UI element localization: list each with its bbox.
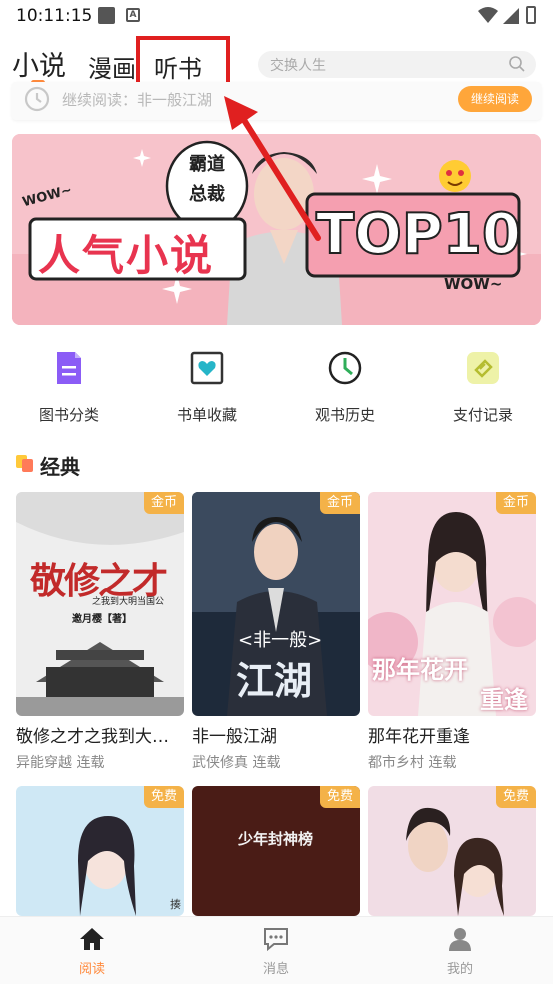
book-card[interactable]: 敬修之才 之我到大明当国公 邀月樱【著】 金币 敬修之才之我到大… 异能穿越 连… bbox=[16, 492, 184, 772]
status-time: 10:11:15 bbox=[16, 6, 93, 26]
coin-badge: 金币 bbox=[143, 492, 184, 514]
book-meta: 异能穿越 连载 bbox=[16, 755, 105, 771]
app-notification-icon: A bbox=[126, 8, 140, 22]
banner-headline: 人气小说 bbox=[38, 231, 215, 280]
continue-reading-button[interactable]: 继续阅读 bbox=[458, 86, 532, 112]
search-input[interactable]: 交换人生 bbox=[258, 51, 536, 78]
quick-link-book-category[interactable]: 图书分类 bbox=[29, 350, 109, 425]
book-cover[interactable]: 揍 免费 bbox=[16, 786, 184, 916]
quick-link-history[interactable]: 观书历史 bbox=[305, 350, 385, 425]
book-cover[interactable]: 少年封神榜 免费 bbox=[192, 786, 360, 916]
section-icon bbox=[16, 455, 33, 472]
quick-link-label: 支付记录 bbox=[452, 406, 513, 424]
quick-link-label: 观书历史 bbox=[314, 406, 375, 424]
book-meta: 武侠修真 连载 bbox=[192, 755, 281, 771]
nav-messages-label: 消息 bbox=[262, 962, 289, 977]
book-card[interactable]: <非一般> 江湖 金币 非一般江湖 武侠修真 连载 bbox=[192, 492, 360, 772]
nav-read-label: 阅读 bbox=[78, 962, 105, 977]
free-badge: 免费 bbox=[143, 786, 184, 808]
book-cover[interactable]: <非一般> 江湖 金币 bbox=[192, 492, 360, 716]
status-bar: 10:11:15 A bbox=[0, 0, 553, 32]
book-title[interactable]: 非一般江湖 bbox=[192, 722, 360, 747]
home-icon bbox=[80, 928, 104, 950]
cover-subtitle: <非一般> bbox=[238, 630, 323, 651]
promo-banner[interactable]: 霸道 总裁 WOW~ 人气小说 TOP10 WOW~ bbox=[12, 134, 541, 325]
continue-reading-bar[interactable]: 继续阅读：非一般江湖 继续阅读 bbox=[12, 82, 541, 120]
cover-subtitle: 之我到大明当国公 bbox=[92, 597, 165, 607]
battery-icon bbox=[526, 6, 536, 24]
book-card[interactable]: 揍 免费 bbox=[16, 786, 184, 916]
notification-icon bbox=[98, 7, 115, 24]
payment-record-icon bbox=[467, 352, 499, 384]
cover-subtitle: 重逢 bbox=[480, 686, 528, 714]
highlight-annotation-box bbox=[136, 36, 230, 86]
cover-side-text: 揍 bbox=[170, 898, 181, 911]
coin-badge: 金币 bbox=[495, 492, 536, 514]
banner-top10: TOP10 bbox=[315, 201, 522, 268]
nav-mine[interactable]: 我的 bbox=[430, 927, 490, 977]
wifi-icon bbox=[478, 7, 498, 23]
book-card[interactable]: 那年花开 重逢 金币 那年花开重逢 都市乡村 连载 bbox=[368, 492, 536, 772]
user-icon bbox=[449, 928, 471, 951]
bottom-navigation: 阅读 消息 我的 bbox=[0, 916, 553, 984]
cover-title: 少年封神榜 bbox=[238, 830, 314, 848]
book-title[interactable]: 那年花开重逢 bbox=[368, 722, 536, 747]
book-cover[interactable]: 那年花开 重逢 金币 bbox=[368, 492, 536, 716]
free-badge: 免费 bbox=[319, 786, 360, 808]
nav-messages[interactable]: 消息 bbox=[246, 927, 306, 977]
quick-link-payment[interactable]: 支付记录 bbox=[443, 350, 523, 425]
clock-icon bbox=[24, 86, 50, 112]
coin-badge: 金币 bbox=[319, 492, 360, 514]
tab-comic[interactable]: 漫画 bbox=[88, 49, 136, 84]
free-badge: 免费 bbox=[495, 786, 536, 808]
banner-bubble-line2: 总裁 bbox=[189, 184, 225, 205]
book-title[interactable]: 敬修之才之我到大… bbox=[16, 722, 184, 747]
banner-wow-right: WOW~ bbox=[444, 275, 503, 293]
book-card[interactable]: 少年封神榜 免费 bbox=[192, 786, 360, 916]
cover-author: 邀月樱【著】 bbox=[72, 614, 132, 625]
nav-read[interactable]: 阅读 bbox=[62, 927, 122, 977]
quick-link-label: 图书分类 bbox=[38, 406, 99, 424]
nav-mine-label: 我的 bbox=[446, 962, 473, 977]
banner-bubble-line1: 霸道 bbox=[189, 154, 225, 175]
tab-novel[interactable]: 小说 bbox=[12, 44, 66, 83]
quick-link-booklist[interactable]: 书单收藏 bbox=[167, 350, 247, 425]
search-placeholder: 交换人生 bbox=[270, 58, 326, 74]
history-clock-icon bbox=[328, 351, 362, 385]
heart-bookmark-icon bbox=[190, 351, 224, 385]
message-icon bbox=[264, 928, 288, 952]
signal-icon bbox=[503, 8, 519, 24]
quick-link-label: 书单收藏 bbox=[176, 406, 237, 424]
continue-reading-text: 继续阅读：非一般江湖 bbox=[62, 91, 213, 109]
search-icon[interactable] bbox=[508, 55, 526, 73]
section-title: 经典 bbox=[40, 455, 80, 479]
book-meta: 都市乡村 连载 bbox=[368, 755, 457, 771]
book-category-icon bbox=[57, 352, 81, 384]
app-screen: 10:11:15 A 小说 漫画 听书 交换人生 继续阅读：非一般江湖 继续阅读 bbox=[0, 0, 553, 984]
cover-title: 江湖 bbox=[236, 659, 313, 703]
book-card[interactable]: 免费 bbox=[368, 786, 536, 916]
book-cover[interactable]: 免费 bbox=[368, 786, 536, 916]
cover-title: 那年花开 bbox=[372, 656, 468, 684]
book-cover[interactable]: 敬修之才 之我到大明当国公 邀月樱【著】 金币 bbox=[16, 492, 184, 716]
